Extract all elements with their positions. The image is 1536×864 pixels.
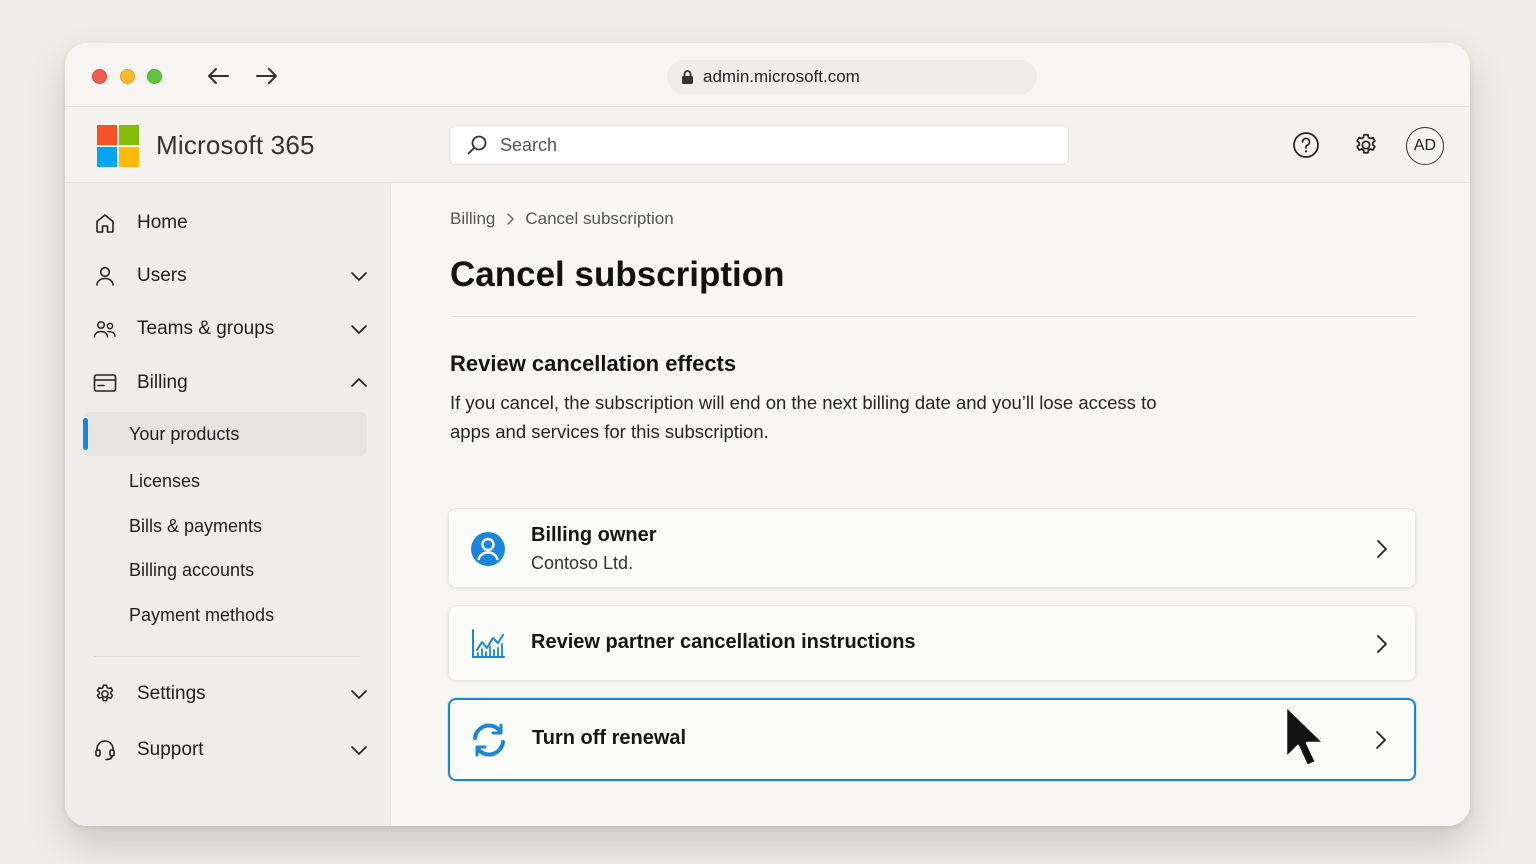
user-avatar[interactable]: AD bbox=[1406, 127, 1444, 165]
main-content: Billing Cancel subscription Cancel subsc… bbox=[391, 183, 1470, 826]
chevron-down-icon[interactable] bbox=[349, 266, 369, 286]
lock-icon bbox=[682, 70, 693, 84]
billing-icon bbox=[90, 368, 120, 398]
logo-square-green bbox=[119, 125, 139, 145]
title-divider bbox=[450, 316, 1416, 317]
partner-instructions-text: Review partner cancellation instructions bbox=[531, 631, 916, 654]
sidebar-subitem-label: Billing accounts bbox=[129, 559, 255, 580]
sidebar-item-label: Teams & groups bbox=[137, 318, 275, 339]
maximize-window-button[interactable] bbox=[147, 69, 162, 84]
logo-square-yellow bbox=[119, 147, 139, 167]
search-icon bbox=[467, 135, 487, 155]
chevron-right-icon bbox=[1371, 538, 1393, 560]
user-icon bbox=[90, 261, 120, 291]
gear-icon bbox=[90, 679, 120, 709]
headset-icon bbox=[90, 735, 120, 765]
people-icon bbox=[90, 314, 120, 344]
card-title: Review partner cancellation instructions bbox=[531, 631, 916, 653]
sidebar-item-label: Support bbox=[137, 739, 204, 760]
section-description: If you cancel, the subscription will end… bbox=[450, 392, 1157, 442]
sync-icon bbox=[470, 721, 508, 759]
help-icon bbox=[1293, 132, 1319, 158]
billing-owner-card[interactable]: Billing owner Contoso Ltd. bbox=[448, 508, 1416, 588]
turn-off-renewal-text: Turn off renewal bbox=[532, 727, 686, 750]
sidebar-subitem-label: Payment methods bbox=[129, 604, 275, 625]
chevron-up-icon[interactable] bbox=[349, 373, 369, 393]
arrow-right-icon bbox=[256, 68, 277, 84]
chevron-right-icon bbox=[507, 213, 515, 225]
sidebar-item-billing[interactable]: Billing bbox=[83, 361, 369, 405]
sidebar-item-label: Users bbox=[137, 265, 187, 286]
sidebar-item-label: Settings bbox=[137, 683, 206, 704]
address-bar[interactable]: admin.microsoft.com bbox=[667, 60, 1037, 94]
minimize-window-button[interactable] bbox=[120, 69, 135, 84]
search-box[interactable] bbox=[449, 125, 1069, 165]
sidebar-subitem-payment-methods[interactable]: Payment methods bbox=[83, 593, 367, 637]
sidebar-item-settings[interactable]: Settings bbox=[83, 672, 369, 716]
card-subtitle: Contoso Ltd. bbox=[531, 553, 634, 573]
forward-button[interactable] bbox=[253, 63, 281, 89]
browser-titlebar: admin.microsoft.com bbox=[65, 43, 1470, 107]
gear-icon bbox=[1356, 133, 1376, 154]
back-button[interactable] bbox=[204, 63, 232, 89]
sidebar-item-teams-groups[interactable]: Teams & groups bbox=[83, 307, 369, 351]
chevron-down-icon[interactable] bbox=[349, 684, 369, 704]
close-window-button[interactable] bbox=[92, 69, 107, 84]
page-title: Cancel subscription bbox=[450, 255, 785, 294]
settings-button[interactable] bbox=[1349, 128, 1383, 162]
sidebar-item-label: Home bbox=[137, 212, 188, 233]
url-text: admin.microsoft.com bbox=[703, 67, 860, 86]
card-title: Billing owner bbox=[531, 524, 657, 546]
logo-square-red bbox=[97, 125, 117, 145]
home-icon bbox=[90, 208, 120, 238]
section-title: Review cancellation effects bbox=[450, 351, 737, 376]
app-brand-name: Microsoft 365 bbox=[156, 130, 315, 160]
turn-off-renewal-card[interactable]: Turn off renewal bbox=[448, 698, 1416, 781]
person-circle-icon bbox=[469, 530, 507, 568]
sidebar-item-support[interactable]: Support bbox=[83, 728, 369, 772]
sidebar-subitem-label: Your products bbox=[129, 423, 240, 444]
partner-instructions-card[interactable]: Review partner cancellation instructions bbox=[448, 605, 1416, 681]
logo-square-blue bbox=[97, 147, 117, 167]
sidebar-item-home[interactable]: Home bbox=[83, 201, 369, 245]
arrow-left-icon bbox=[208, 68, 229, 84]
billing-owner-text: Billing owner Contoso Ltd. bbox=[531, 524, 657, 574]
sidebar-subitem-label: Bills & payments bbox=[129, 515, 263, 536]
breadcrumb-current: Cancel subscription bbox=[525, 209, 674, 228]
app-header: Microsoft 365 AD bbox=[65, 107, 1470, 183]
browser-window: admin.microsoft.com Microsoft 365 AD bbox=[65, 43, 1470, 826]
sidebar-item-label: Billing bbox=[137, 372, 188, 393]
chevron-right-icon bbox=[1371, 633, 1393, 655]
card-title: Turn off renewal bbox=[532, 727, 687, 749]
sidebar-item-users[interactable]: Users bbox=[83, 254, 369, 298]
breadcrumb: Billing Cancel subscription bbox=[450, 209, 674, 229]
sidebar-subitem-label: Licenses bbox=[129, 470, 201, 491]
chevron-down-icon[interactable] bbox=[349, 740, 369, 760]
chevron-down-icon[interactable] bbox=[349, 319, 369, 339]
sidebar-divider bbox=[94, 656, 360, 657]
sidebar-subitem-your-products[interactable]: Your products bbox=[83, 412, 367, 456]
chevron-right-icon bbox=[1370, 729, 1392, 751]
help-button[interactable] bbox=[1289, 128, 1323, 162]
chart-icon bbox=[469, 625, 507, 663]
sidebar-subitem-licenses[interactable]: Licenses bbox=[83, 459, 367, 503]
sidebar-subitem-bills-payments[interactable]: Bills & payments bbox=[83, 504, 367, 548]
breadcrumb-billing-link[interactable]: Billing bbox=[450, 209, 495, 229]
microsoft-logo[interactable] bbox=[97, 125, 139, 167]
sidebar-nav: Home Users Teams & groups Billing Your p… bbox=[65, 183, 391, 826]
search-input[interactable] bbox=[500, 134, 1000, 156]
sidebar-subitem-billing-accounts[interactable]: Billing accounts bbox=[83, 548, 367, 592]
